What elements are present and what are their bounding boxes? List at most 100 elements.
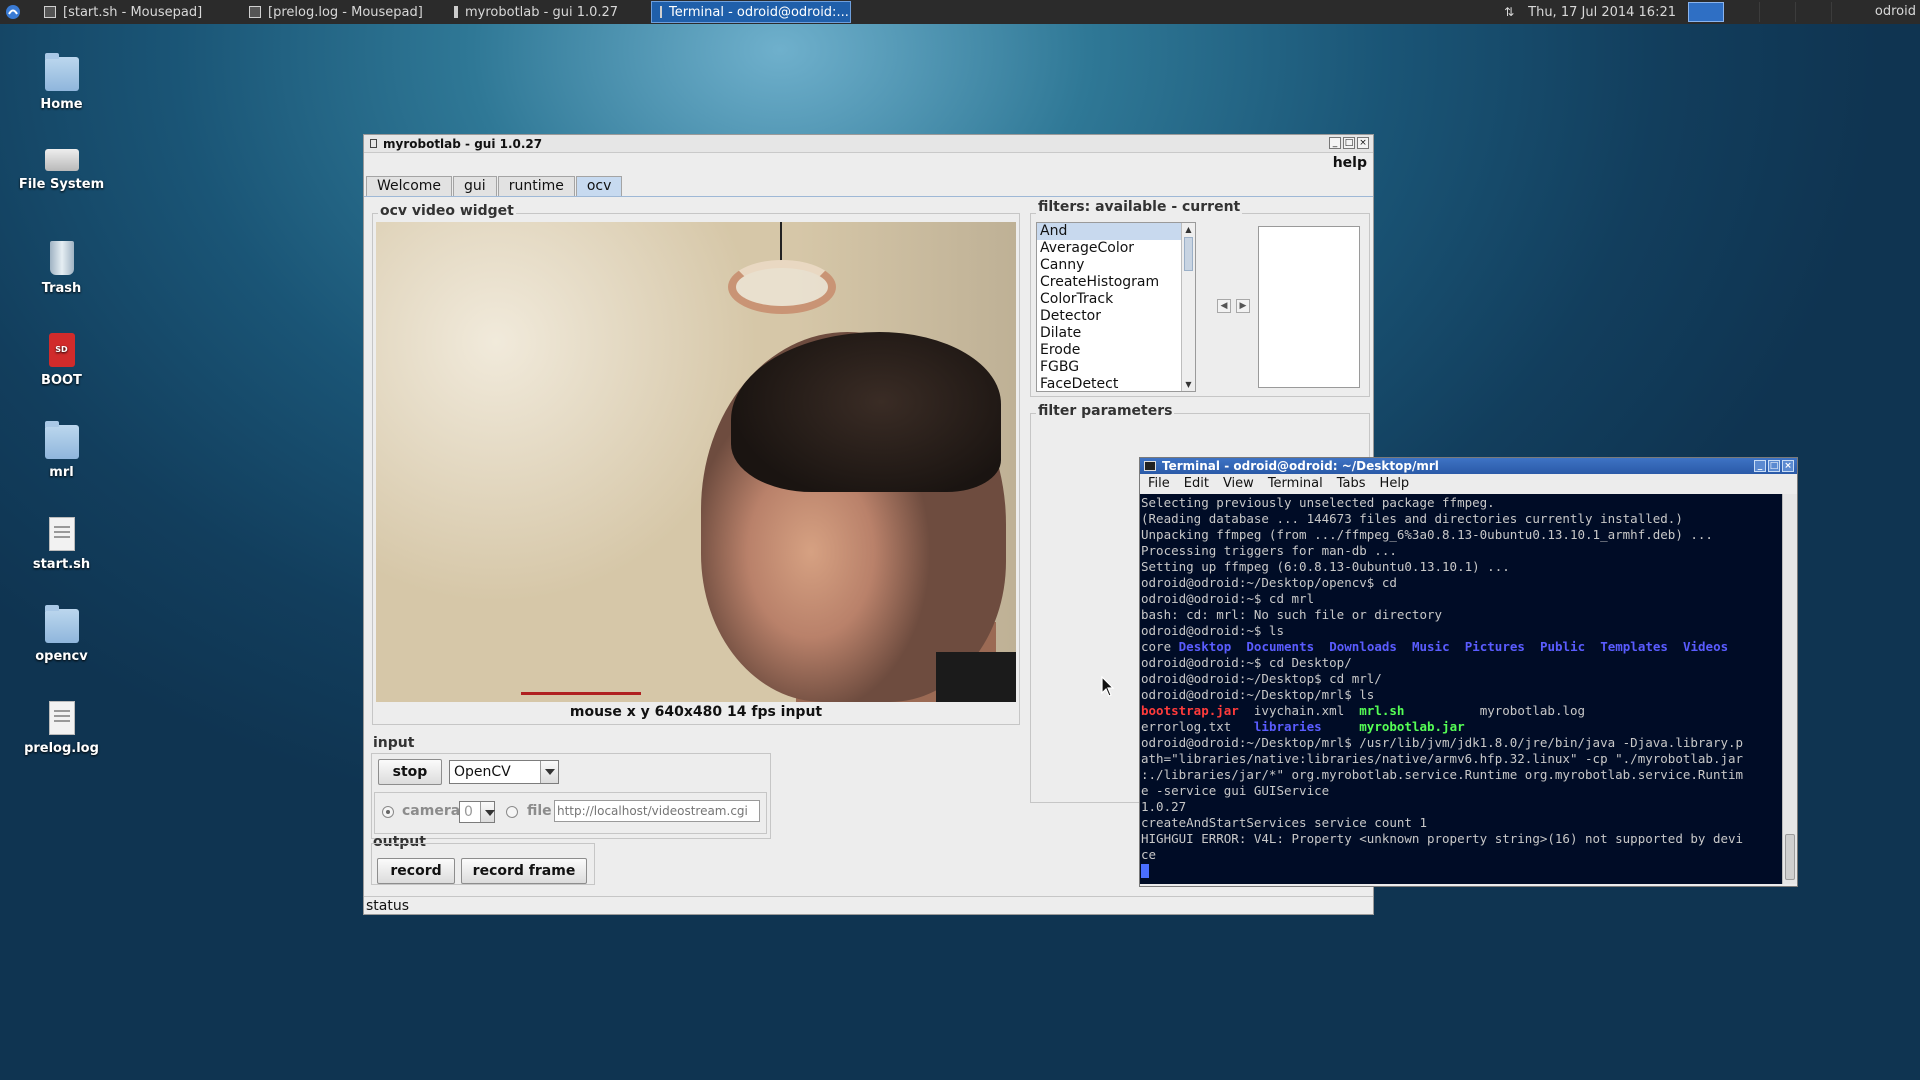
terminal-line: odroid@odroid:~/Desktop/mrl$ ls (1141, 687, 1375, 702)
menu-file[interactable]: File (1148, 474, 1170, 494)
text-cursor (1141, 864, 1149, 878)
editor-icon (44, 6, 56, 18)
list-item[interactable]: FaceDetect (1037, 376, 1195, 391)
sd-card-icon: SD (48, 333, 75, 367)
filters-scrollbar[interactable]: ▲ ▼ (1181, 223, 1195, 391)
workspace-2[interactable] (1724, 2, 1760, 22)
desktop-icon-boot[interactable]: SD BOOT (10, 333, 113, 388)
camera-radio[interactable] (382, 806, 394, 818)
window-titlebar[interactable]: myrobotlab - gui 1.0.27 (364, 135, 1373, 153)
record-frame-button[interactable]: record frame (461, 858, 587, 884)
close-button[interactable]: × (1782, 460, 1794, 472)
terminal-line: ath="libraries/native:libraries/native/a… (1141, 751, 1744, 766)
current-filters-list[interactable] (1258, 226, 1360, 388)
top-panel: [start.sh - Mousepad] [prelog.log - Mous… (0, 0, 1920, 24)
clock[interactable]: Thu, 17 Jul 2014 16:21 (1528, 5, 1676, 20)
network-icon[interactable]: ⇅ (1504, 5, 1514, 19)
task-start-sh[interactable]: [start.sh - Mousepad] (36, 1, 241, 23)
desktop-icon-trash[interactable]: Trash (10, 241, 113, 296)
task-terminal[interactable]: Terminal - odroid@odroid:... (651, 1, 851, 23)
chevron-down-icon[interactable] (540, 761, 558, 783)
record-button[interactable]: record (377, 858, 455, 884)
workspace-4[interactable] (1796, 2, 1832, 22)
tab-runtime[interactable]: runtime (497, 176, 575, 196)
workspace-1[interactable] (1688, 2, 1724, 22)
list-item[interactable]: Canny (1037, 257, 1195, 274)
applications-menu-icon[interactable] (2, 1, 24, 23)
task-prelog[interactable]: [prelog.log - Mousepad] (241, 1, 446, 23)
status-bar: status (364, 896, 1373, 915)
workspace-switcher[interactable] (1688, 2, 1832, 22)
scroll-thumb[interactable] (1184, 237, 1193, 271)
maximize-button[interactable]: □ (1343, 137, 1355, 149)
list-item[interactable]: CreateHistogram (1037, 274, 1195, 291)
menu-view[interactable]: View (1223, 474, 1254, 494)
chevron-down-icon[interactable] (480, 802, 495, 822)
file-url-input[interactable] (554, 800, 760, 822)
tab-ocv[interactable]: ocv (575, 176, 623, 196)
list-item[interactable]: ColorTrack (1037, 291, 1195, 308)
terminal-cursor-line (1141, 863, 1782, 879)
remove-filter-button[interactable]: ◀ (1217, 299, 1231, 313)
list-item[interactable]: Erode (1037, 342, 1195, 359)
terminal-line: odroid@odroid:~$ cd mrl (1141, 591, 1315, 606)
terminal-line: Setting up ffmpeg (6:0.8.13-0ubuntu0.13.… (1141, 559, 1510, 574)
camera-index-select[interactable]: 0 (459, 801, 495, 823)
terminal-scrollbar[interactable] (1782, 494, 1797, 884)
terminal-line: odroid@odroid:~/Desktop/mrl$ /usr/lib/jv… (1141, 735, 1744, 750)
terminal-titlebar[interactable]: Terminal - odroid@odroid: ~/Desktop/mrl … (1140, 458, 1797, 474)
java-icon (454, 6, 458, 18)
list-item[interactable]: Dilate (1037, 325, 1195, 342)
file-label: file (527, 803, 552, 819)
terminal-menubar: File Edit View Terminal Tabs Help (1140, 474, 1797, 494)
grabber-select[interactable]: OpenCV (449, 760, 559, 784)
user-menu[interactable]: odroid (1875, 4, 1916, 19)
scroll-thumb[interactable] (1785, 834, 1795, 880)
menu-tabs[interactable]: Tabs (1337, 474, 1366, 494)
terminal-line: Selecting previously unselected package … (1141, 495, 1495, 510)
desktop-icon-opencv[interactable]: opencv (10, 605, 113, 664)
file-radio[interactable] (506, 806, 518, 818)
tab-gui[interactable]: gui (453, 176, 497, 196)
minimize-button[interactable]: _ (1329, 137, 1341, 149)
menu-help[interactable]: Help (1380, 474, 1410, 494)
terminal-line: 1.0.27 (1141, 799, 1187, 814)
desktop-icon-home[interactable]: Home (10, 53, 113, 112)
desktop-icon-start-sh[interactable]: start.sh (10, 517, 113, 572)
available-filters-list[interactable]: And AverageColor Canny CreateHistogram C… (1036, 222, 1196, 392)
list-item[interactable]: Detector (1037, 308, 1195, 325)
list-item[interactable]: AverageColor (1037, 240, 1195, 257)
terminal-line: odroid@odroid:~$ ls (1141, 623, 1284, 638)
list-item[interactable]: And (1037, 223, 1195, 240)
minimize-button[interactable]: _ (1754, 460, 1766, 472)
tab-bar: Welcome gui runtime ocv (366, 176, 623, 196)
mouse-pointer-icon (1101, 675, 1115, 702)
terminal-line: odroid@odroid:~$ cd Desktop/ (1141, 655, 1352, 670)
scroll-up-icon[interactable]: ▲ (1182, 223, 1195, 236)
video-widget-title: ocv video widget (378, 203, 516, 219)
input-title: input (373, 735, 415, 751)
camera-video-frame[interactable] (376, 222, 1016, 702)
terminal-icon (1144, 461, 1156, 471)
terminal-output[interactable]: Selecting previously unselected package … (1140, 494, 1783, 884)
terminal-line: (Reading database ... 144673 files and d… (1141, 511, 1683, 526)
help-menu[interactable]: help (1333, 155, 1367, 171)
task-myrobotlab[interactable]: myrobotlab - gui 1.0.27 (446, 1, 651, 23)
folder-icon (44, 605, 79, 643)
menu-edit[interactable]: Edit (1184, 474, 1209, 494)
desktop-icon-prelog[interactable]: prelog.log (10, 701, 113, 756)
desktop-icon-mrl[interactable]: mrl (10, 421, 113, 480)
tab-welcome[interactable]: Welcome (366, 176, 453, 196)
stop-button[interactable]: stop (378, 759, 442, 785)
terminal-line: bash: cd: mrl: No such file or directory (1141, 607, 1443, 622)
scroll-down-icon[interactable]: ▼ (1182, 378, 1195, 391)
editor-icon (249, 6, 261, 18)
maximize-button[interactable]: □ (1768, 460, 1780, 472)
close-button[interactable]: × (1357, 137, 1369, 149)
workspace-3[interactable] (1760, 2, 1796, 22)
list-item[interactable]: FGBG (1037, 359, 1195, 376)
terminal-line: e -service gui GUIService (1141, 783, 1330, 798)
menu-terminal[interactable]: Terminal (1268, 474, 1323, 494)
desktop-icon-filesystem[interactable]: File System (10, 149, 113, 192)
add-filter-button[interactable]: ▶ (1236, 299, 1250, 313)
